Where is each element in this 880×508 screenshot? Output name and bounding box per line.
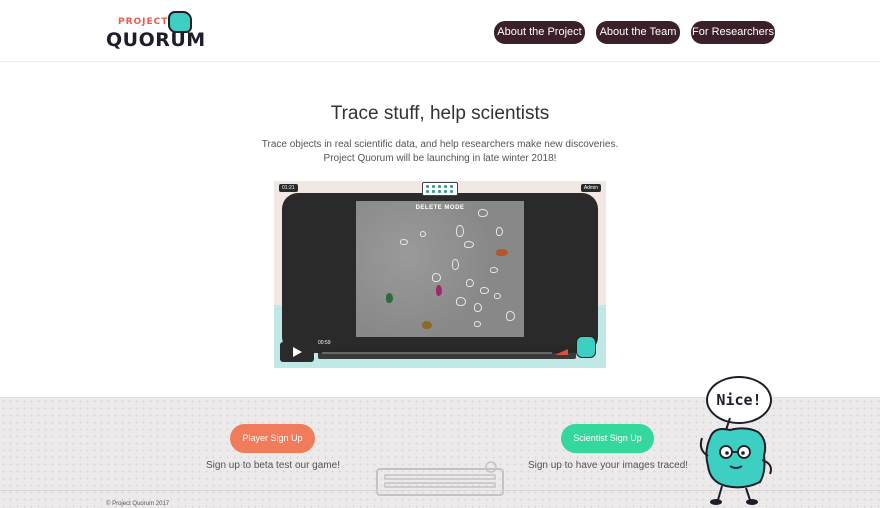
speech-bubble-text: Nice! xyxy=(716,391,762,409)
demo-video-player[interactable]: 01:21 Admin DELETE MODE 00:59 ⚙ xyxy=(274,181,606,368)
player-signup-button[interactable]: Player Sign Up xyxy=(230,424,315,453)
copyright-text: © Project Quorum 2017 xyxy=(106,501,170,507)
scientist-signup-text: Sign up to have your images traced! xyxy=(527,460,689,471)
nav-for-researchers-button[interactable]: For Researchers xyxy=(691,21,775,44)
logo-small-text: PROJECT xyxy=(118,17,169,27)
microscopy-image: DELETE MODE xyxy=(356,201,524,337)
video-progress-bar[interactable] xyxy=(318,346,576,359)
keyboard-illustration-icon xyxy=(376,461,504,496)
play-button[interactable] xyxy=(280,342,314,362)
logo-main-text: QUORUM xyxy=(106,29,206,51)
player-signup-text: Sign up to beta test our game! xyxy=(206,460,340,471)
video-controls: 00:59 ⚙ ⤢ xyxy=(280,339,600,362)
game-mode-label: DELETE MODE xyxy=(415,205,465,211)
video-time: 00:59 xyxy=(316,339,333,347)
game-user-label: Admin xyxy=(580,184,601,192)
hero-description: Trace objects in real scientific data, a… xyxy=(261,139,619,164)
hero-title: Trace stuff, help scientists xyxy=(330,103,550,124)
game-timer: 01:21 xyxy=(279,184,298,192)
nav-about-project-button[interactable]: About the Project xyxy=(494,21,585,44)
mascot-character-icon xyxy=(699,417,772,505)
mascot-illustration: Nice! xyxy=(696,376,786,508)
game-toolbar-icon xyxy=(422,182,458,196)
project-quorum-logo[interactable]: PROJECT QUORUM xyxy=(106,11,212,53)
nav-about-team-button[interactable]: About the Team xyxy=(596,21,680,44)
video-mascot-icon xyxy=(576,336,596,358)
progress-track xyxy=(322,352,552,354)
site-header: PROJECT QUORUM About the Project About t… xyxy=(0,0,880,62)
scientist-signup-button[interactable]: Scientist Sign Up xyxy=(561,424,654,453)
